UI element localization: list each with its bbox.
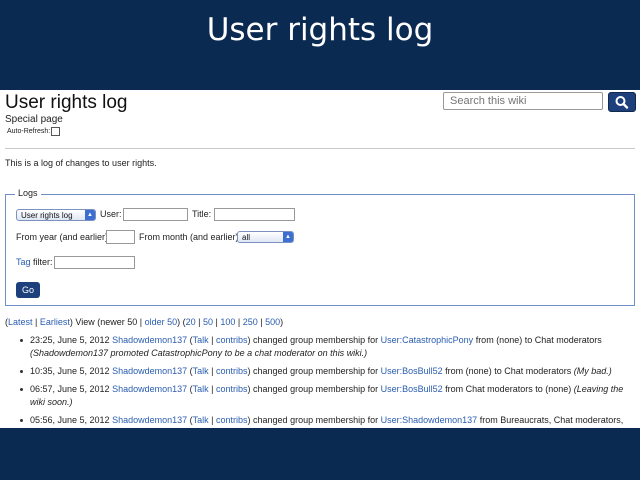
log-entry: 23:25, June 5, 2012 Shadowdemon137 (Talk…	[18, 334, 638, 360]
log-type-value: User rights log	[21, 211, 73, 220]
entry-time: 05:56, June 5, 2012	[30, 415, 110, 425]
entry-time: 23:25, June 5, 2012	[30, 335, 110, 345]
entry-target-link[interactable]: User:Shadowdemon137	[381, 415, 478, 425]
entry-talk-link[interactable]: Talk	[193, 366, 209, 376]
entry-user-link[interactable]: Shadowdemon137	[112, 366, 187, 376]
user-label: User:	[100, 209, 122, 219]
nav-separator: |	[235, 317, 243, 327]
entry-action: changed group membership for	[253, 366, 379, 376]
filter-label: filter:	[33, 257, 53, 267]
pagination-nav: (Latest | Earliest) View (newer 50 | old…	[5, 317, 283, 327]
divider	[5, 148, 635, 149]
auto-refresh-checkbox[interactable]	[51, 127, 61, 136]
log-type-select[interactable]: User rights log ▲	[16, 209, 96, 221]
search-input[interactable]	[443, 92, 603, 110]
from-month-label: From month (and earlier):	[139, 232, 242, 242]
log-entry: 06:57, June 5, 2012 Shadowdemon137 (Talk…	[18, 383, 638, 409]
older-50-link[interactable]: older 50	[145, 317, 178, 327]
entry-comment: (Shadowdemon137 promoted CatastrophicPon…	[30, 348, 368, 358]
entry-target-link[interactable]: User:CatastrophicPony	[381, 335, 474, 345]
entry-action: changed group membership for	[253, 415, 379, 425]
slide-title: User rights log	[206, 12, 434, 48]
entry-user-link[interactable]: Shadowdemon137	[112, 335, 187, 345]
latest-link[interactable]: Latest	[8, 317, 33, 327]
page-title: User rights log	[5, 92, 128, 113]
search-icon	[615, 96, 629, 109]
earliest-link[interactable]: Earliest	[40, 317, 70, 327]
select-arrows-icon: ▲	[283, 232, 293, 242]
search-button[interactable]	[608, 92, 636, 112]
entry-target-link[interactable]: User:BosBull52	[381, 366, 443, 376]
nav-text: )	[280, 317, 284, 327]
logs-fieldset: Logs User rights log ▲ User: Title: From…	[5, 188, 635, 306]
entry-change: from (none) to Chat moderators	[445, 366, 572, 376]
select-arrows-icon: ▲	[85, 210, 95, 220]
entry-comment: (My bad.)	[573, 366, 612, 376]
go-button[interactable]: Go	[16, 282, 40, 298]
log-entry: 10:35, June 5, 2012 Shadowdemon137 (Talk…	[18, 365, 638, 378]
nav-separator: |	[257, 317, 266, 327]
entry-talk-link[interactable]: Talk	[193, 415, 209, 425]
wiki-screenshot: User rights log Special page Auto-Refres…	[0, 90, 640, 428]
page-subtitle: Special page	[5, 114, 63, 125]
month-select[interactable]: all ▲	[237, 231, 294, 243]
title-input[interactable]	[214, 208, 295, 221]
nav-text: ) (	[177, 317, 186, 327]
intro-text: This is a log of changes to user rights.	[5, 158, 157, 168]
entry-action: changed group membership for	[253, 335, 379, 345]
title-label: Title:	[192, 209, 212, 219]
tag-filter-input[interactable]	[54, 256, 135, 269]
log-entries: 23:25, June 5, 2012 Shadowdemon137 (Talk…	[18, 334, 638, 428]
tag-link[interactable]: Tag	[16, 257, 31, 267]
user-input[interactable]	[123, 208, 188, 221]
entry-contribs-link[interactable]: contribs	[216, 335, 248, 345]
entry-contribs-link[interactable]: contribs	[216, 384, 248, 394]
auto-refresh: Auto-Refresh:	[7, 127, 61, 136]
nav-separator: |	[195, 317, 203, 327]
limit-20-link[interactable]: 20	[186, 317, 196, 327]
entry-contribs-link[interactable]: contribs	[216, 415, 248, 425]
entry-talk-link[interactable]: Talk	[193, 384, 209, 394]
entry-time: 06:57, June 5, 2012	[30, 384, 110, 394]
entry-user-link[interactable]: Shadowdemon137	[112, 384, 187, 394]
entry-user-link[interactable]: Shadowdemon137	[112, 415, 187, 425]
from-year-label: From year (and earlier):	[16, 232, 111, 242]
nav-text: ) View (newer 50 |	[69, 317, 145, 327]
month-value: all	[242, 233, 251, 242]
limit-500-link[interactable]: 500	[265, 317, 280, 327]
entry-action: changed group membership for	[253, 384, 379, 394]
auto-refresh-label: Auto-Refresh:	[7, 128, 51, 135]
from-year-input[interactable]	[106, 230, 135, 244]
log-entry: 05:56, June 5, 2012 Shadowdemon137 (Talk…	[18, 414, 638, 428]
entry-contribs-link[interactable]: contribs	[216, 366, 248, 376]
entry-time: 10:35, June 5, 2012	[30, 366, 110, 376]
entry-target-link[interactable]: User:BosBull52	[381, 384, 443, 394]
tag-filter-label: Tag filter:	[16, 257, 53, 267]
logs-legend: Logs	[15, 188, 41, 198]
limit-50-link[interactable]: 50	[203, 317, 213, 327]
nav-separator: |	[32, 317, 40, 327]
entry-change: from Chat moderators to (none)	[445, 384, 572, 394]
entry-change: from (none) to Chat moderators	[475, 335, 602, 345]
entry-talk-link[interactable]: Talk	[193, 335, 209, 345]
limit-100-link[interactable]: 100	[220, 317, 235, 327]
limit-250-link[interactable]: 250	[243, 317, 258, 327]
